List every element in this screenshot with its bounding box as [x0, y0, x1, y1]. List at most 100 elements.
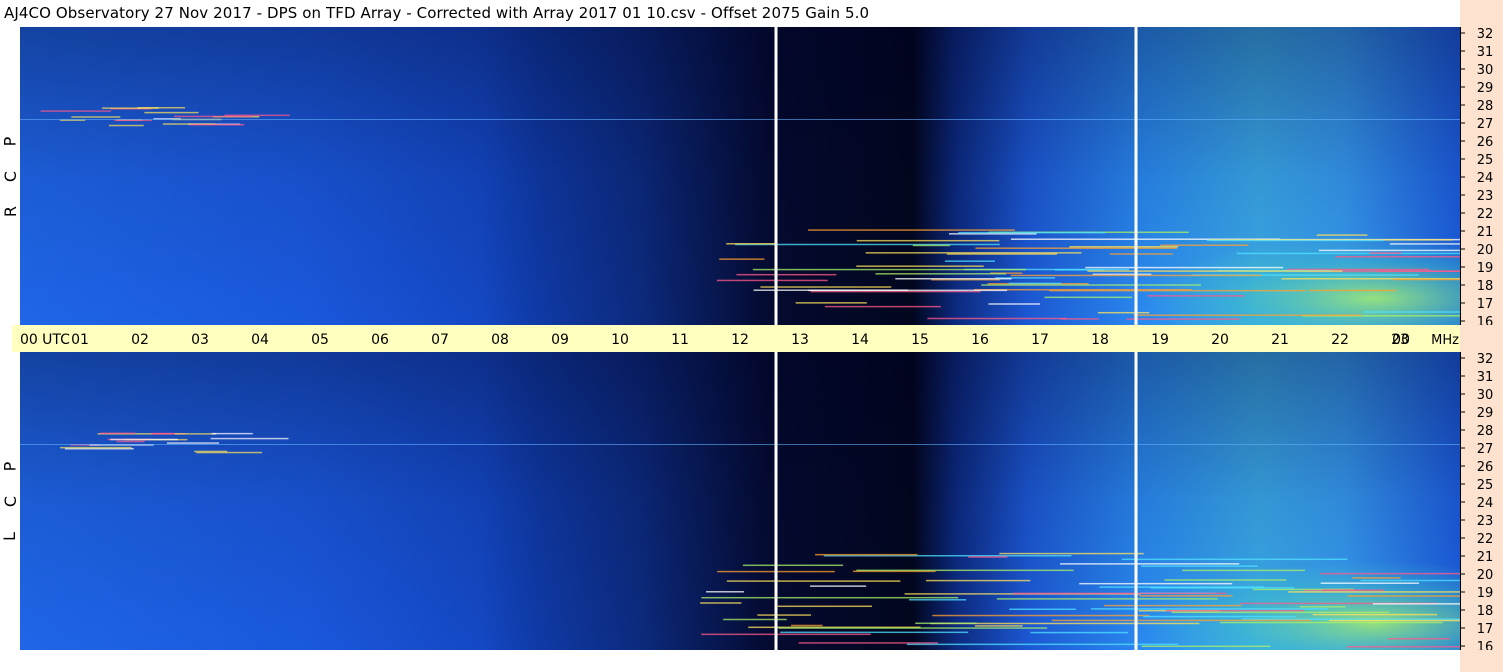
interference-streak [1121, 558, 1348, 561]
lcp-frequency-axis-svg: 16 17 18 19 20 21 22 23 24 25 26 27 28 29 30 31 32 [1460, 352, 1494, 655]
interference-streak [190, 123, 245, 126]
rcp-frequency-axis-svg: 16 17 18 19 20 21 22 23 24 25 26 27 28 29 30 31 32 [1460, 27, 1494, 330]
interference-streak [1133, 314, 1362, 316]
interference-streak [726, 580, 901, 582]
interference-streak [1139, 595, 1233, 597]
interference-streak [100, 432, 136, 435]
interference-streak [1299, 606, 1346, 608]
interference-streak [1316, 234, 1368, 236]
utc-tick-label: 13 [791, 332, 809, 348]
interference-streak [777, 605, 873, 608]
interference-streak [151, 432, 176, 435]
frequency-tick-label: 17 [1477, 297, 1494, 312]
interference-streak [1182, 569, 1305, 572]
interference-streak [1335, 256, 1460, 258]
interference-streak [810, 585, 867, 587]
interference-streak [946, 253, 1058, 255]
frequency-tick-label: 31 [1477, 370, 1494, 385]
utc-tick-label: 16 [971, 332, 989, 348]
frequency-tick-label: 23 [1477, 514, 1494, 529]
interference-streak [116, 440, 145, 443]
interference-streak [906, 643, 1179, 646]
interference-streak [968, 556, 1008, 558]
frequency-tick-label: 27 [1477, 117, 1494, 132]
utc-tick-label: 03 [191, 332, 209, 348]
frequency-tick-label: 19 [1477, 586, 1494, 601]
interference-streak [1372, 603, 1460, 605]
interference-streak [211, 432, 253, 435]
interference-streak [798, 642, 938, 644]
frequency-tick-label: 18 [1477, 604, 1494, 619]
interference-streak [716, 279, 828, 282]
frequency-tick-label: 16 [1477, 315, 1494, 325]
utc-tick-label: 01 [71, 332, 89, 348]
frequency-tick-label: 22 [1477, 532, 1494, 547]
frequency-tick-label: 18 [1477, 279, 1494, 294]
interference-streak [912, 244, 951, 247]
interference-streak [815, 553, 918, 556]
interference-streak [999, 552, 1144, 555]
mhz-unit-label: MHz [1431, 333, 1459, 348]
interference-streak [719, 258, 765, 260]
interference-streak [909, 599, 967, 601]
utc-time-axis-svg: 00 01 02 03 04 05 06 07 08 09 10 11 12 13 14 15 16 17 18 19… [20, 332, 1459, 348]
frequency-tick-label: 30 [1477, 388, 1494, 403]
frequency-tick-label: 22 [1477, 207, 1494, 222]
interference-streak [856, 265, 984, 267]
lcp-letter-p: P [0, 461, 20, 472]
interference-streak [926, 579, 1031, 582]
interference-streak [790, 624, 823, 627]
interference-streak [210, 437, 289, 440]
interference-streak [736, 273, 837, 276]
interference-streak [981, 284, 1201, 286]
interference-streak [875, 273, 1006, 275]
interference-streak [1030, 631, 1129, 634]
interference-streak [1141, 645, 1271, 648]
interference-streak [1109, 253, 1173, 255]
frequency-tick-label: 29 [1477, 81, 1494, 96]
interference-streak [856, 239, 1000, 242]
interference-streak [1320, 582, 1420, 584]
interference-streak [996, 598, 1218, 600]
rcp-spectrogram-svg [20, 27, 1460, 325]
interference-streak [194, 450, 228, 453]
interference-streak [1160, 244, 1249, 246]
rcp-label: R C P [0, 27, 20, 325]
interference-streak [927, 317, 1068, 320]
interference-streak [1147, 295, 1245, 297]
time-cursor-line-1 [774, 27, 778, 325]
interference-streak [1388, 638, 1450, 640]
interference-streak [1103, 604, 1242, 607]
interference-streak [988, 303, 1040, 305]
utc-tick-label: 00 [1392, 332, 1410, 348]
utc-tick-label: 14 [851, 332, 869, 348]
interference-streak [1376, 270, 1460, 273]
utc-tick-label: 09 [551, 332, 569, 348]
utc-time-axis: 00 01 02 03 04 05 06 07 08 09 10 11 12 13 14 15 16 17 18 19… [12, 325, 1460, 352]
interference-streak [856, 569, 1074, 572]
interference-streak [1009, 608, 1076, 611]
interference-streak [110, 438, 178, 441]
interference-streak [1060, 563, 1240, 565]
interference-streak [808, 229, 1015, 231]
utc-unit-label: UTC [42, 332, 70, 348]
utc-tick-label: 18 [1091, 332, 1109, 348]
interference-streak [166, 442, 220, 444]
lcp-frequency-axis: 16 17 18 19 20 21 22 23 24 25 26 27 28 29 30 31 32 [1460, 352, 1503, 655]
interference-streak [1320, 572, 1460, 575]
interference-streak [895, 277, 1012, 280]
rcp-letter-p: P [0, 136, 20, 147]
frequency-tick-label: 29 [1477, 406, 1494, 421]
interference-streak [1363, 311, 1460, 313]
interference-streak [1288, 591, 1460, 593]
interference-streak [778, 627, 1048, 629]
frequency-tick-label: 23 [1477, 189, 1494, 204]
interference-streak [1164, 579, 1287, 581]
lcp-spectrogram [20, 352, 1460, 650]
interference-streak [701, 596, 959, 599]
interference-streak [1369, 252, 1402, 254]
frequency-tick-label: 28 [1477, 424, 1494, 439]
time-cursor-line-1 [774, 352, 778, 650]
frequency-tick-label: 26 [1477, 460, 1494, 475]
rcp-frequency-axis: 16 17 18 19 20 21 22 23 24 25 26 27 28 29 30 31 32 [1460, 27, 1503, 330]
